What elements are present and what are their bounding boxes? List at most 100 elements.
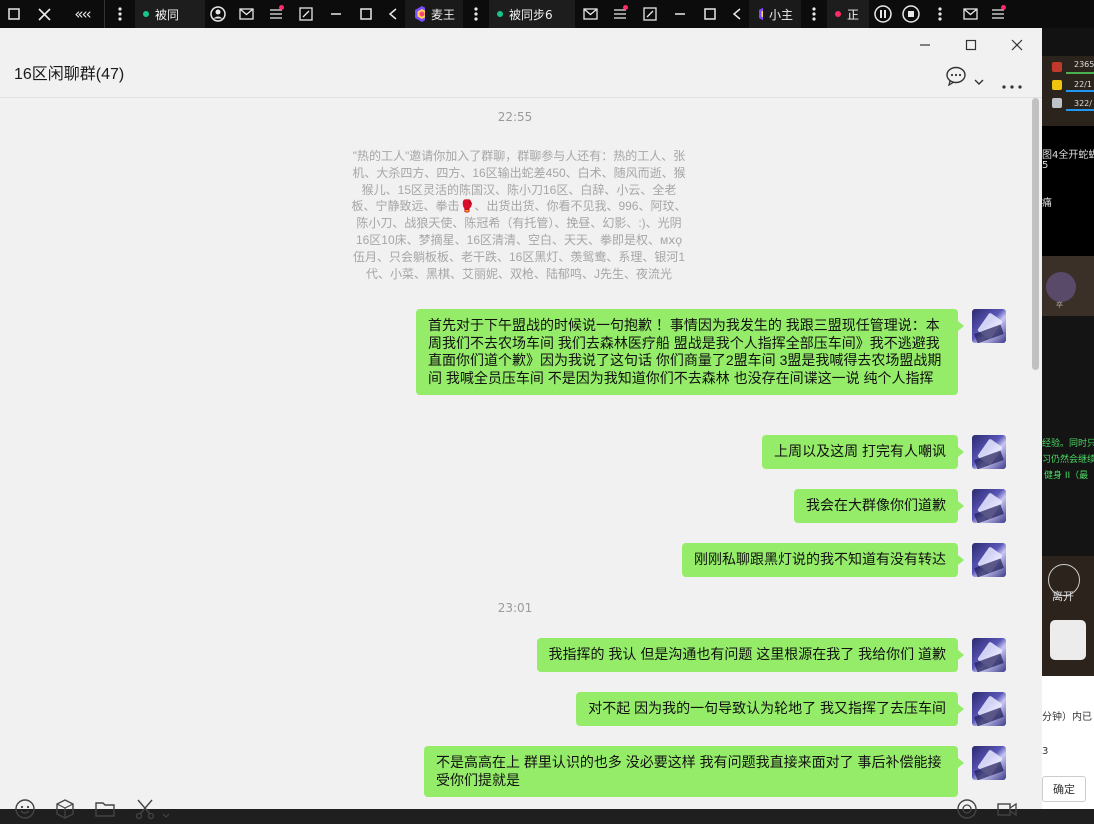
avatar[interactable] (972, 435, 1006, 469)
user-icon[interactable] (205, 0, 231, 28)
list-item: 首先对于下午盟战的时候说一句抱歉 ！事情因为我发生的 我跟三盟现任管理说：本周我… (416, 309, 1006, 395)
menu-icon[interactable] (261, 0, 291, 28)
voice-call-icon[interactable] (956, 798, 978, 824)
info-text: 痛 (1042, 198, 1052, 209)
avatar[interactable] (972, 638, 1006, 672)
minimize-icon[interactable] (321, 0, 351, 28)
mail-icon[interactable] (575, 0, 605, 28)
log-panel: 经验。同时只 习仍然会继续 健身 II（最 (1042, 316, 1094, 556)
taskbar-tab-4[interactable]: 小主 (749, 0, 801, 28)
taskbar-tab-1[interactable]: 被同 (135, 0, 205, 28)
taskbar: «‹‹ 被同 麦王 被同步6 小主 正 (0, 0, 1094, 28)
video-call-icon[interactable] (996, 798, 1018, 824)
mail-icon[interactable] (231, 0, 261, 28)
list-item: 我指挥的 我认 但是沟通也有问题 这里根源在我了 我给你们 道歉 (536, 638, 1006, 672)
message-bubble[interactable]: 不是高高在上 群里认识的也多 没必要这样 我有问题我直接来面对了 事后补偿能接受… (424, 746, 964, 797)
message-bubble[interactable]: 对不起 因为我的一句导致认为轮地了 我又指挥了去压车间 (576, 692, 964, 726)
stat-value: 22/1 (1074, 80, 1092, 89)
taskbar-tab-2[interactable]: 麦王 (405, 0, 463, 28)
message-bubble[interactable]: 刚刚私聊跟黑灯说的我不知道有没有转达 (682, 543, 964, 577)
info-box: 图4全开蛇蝴蝶 5 痛 (1042, 126, 1094, 256)
list-item: 上周以及这周 打完有人嘲讽 (762, 435, 1006, 469)
more-horizontal-icon[interactable] (1002, 74, 1022, 93)
chat-header: 16区闲聊群(47) (0, 28, 1042, 98)
status-dot (143, 11, 149, 17)
minimize-icon[interactable] (665, 0, 695, 28)
dialog-text: 3 (1042, 746, 1049, 757)
avatar[interactable] (972, 309, 1006, 343)
chevron-left-icon[interactable] (725, 0, 749, 28)
list-item: 不是高高在上 群里认识的也多 没必要这样 我有问题我直接来面对了 事后补偿能接受… (424, 746, 1006, 797)
portrait-image (1046, 272, 1076, 302)
calculator-icon[interactable] (1050, 620, 1086, 660)
chat-bubble-icon[interactable] (946, 66, 968, 90)
scissors-icon[interactable] (134, 798, 156, 824)
app-logo-icon (415, 6, 425, 22)
collapse-tabs-button[interactable]: «‹‹ (60, 0, 104, 28)
taskbar-tab-5[interactable]: 正 (827, 0, 869, 28)
message-list[interactable]: 22:55 "热的工人"邀请你加入了群聊，群聊参与人还有：热的工人、张机、大杀四… (0, 98, 1030, 809)
input-toolbar (0, 792, 1042, 820)
mail-icon[interactable] (955, 0, 985, 28)
tab-label: 小主 (768, 7, 793, 22)
pause-icon[interactable] (869, 0, 897, 28)
chevron-left-icon[interactable] (381, 0, 405, 28)
stop-icon[interactable] (897, 0, 925, 28)
log-line: 经验。同时只 (1042, 439, 1094, 449)
chevron-down-icon[interactable] (974, 72, 984, 91)
log-line: 习仍然会继续 (1042, 455, 1094, 465)
screenshot-icon[interactable] (635, 0, 665, 28)
avatar[interactable] (972, 489, 1006, 523)
tab-label: 麦王 (430, 7, 455, 22)
screenshot-icon[interactable] (291, 0, 321, 28)
avatar[interactable] (972, 543, 1006, 577)
more-vertical-icon[interactable] (105, 0, 135, 28)
close-icon[interactable] (1008, 36, 1026, 54)
chat-title: 16区闲聊群(47) (14, 66, 125, 83)
leave-label[interactable]: 离开 (1052, 588, 1074, 604)
minimize-icon[interactable] (916, 36, 934, 54)
close-icon[interactable] (28, 0, 60, 28)
scrollbar[interactable] (1030, 98, 1042, 809)
more-vertical-icon[interactable] (801, 0, 827, 28)
chevron-down-icon[interactable] (162, 804, 170, 823)
menu-icon[interactable] (985, 0, 1011, 28)
folder-icon[interactable] (94, 798, 116, 824)
log-line: 健身 II（最 (1044, 471, 1089, 481)
avatar[interactable] (972, 746, 1006, 780)
message-bubble[interactable]: 我指挥的 我认 但是沟通也有问题 这里根源在我了 我给你们 道歉 (536, 638, 965, 672)
stat-bar (1066, 72, 1094, 74)
stat-value: 322/ (1074, 99, 1092, 108)
status-dot (497, 11, 503, 17)
info-text: 5 (1042, 160, 1049, 171)
avatar[interactable] (972, 692, 1006, 726)
favorites-icon[interactable] (54, 798, 76, 824)
mood-icon (1052, 98, 1062, 108)
stat-bar (1066, 109, 1094, 111)
emoji-icon[interactable] (14, 798, 36, 824)
more-vertical-icon[interactable] (463, 0, 489, 28)
maximize-icon[interactable] (695, 0, 725, 28)
list-item: 对不起 因为我的一句导致认为轮地了 我又指挥了去压车间 (576, 692, 1006, 726)
scrollbar-thumb[interactable] (1032, 98, 1039, 370)
chat-window: 16区闲聊群(47) 22:55 "热的工人"邀请你加入了群聊，群聊参与人还有：… (0, 28, 1042, 820)
tab-label: 被同步6 (509, 7, 553, 22)
action-panel: 离开 (1042, 556, 1094, 676)
menu-icon[interactable] (605, 0, 635, 28)
portrait-label: 卒 (1056, 301, 1063, 309)
message-timestamp: 23:01 (497, 601, 533, 615)
message-bubble[interactable]: 上周以及这周 打完有人嘲讽 (762, 435, 964, 469)
taskbar-tab-3[interactable]: 被同步6 (489, 0, 575, 28)
message-bubble[interactable]: 我会在大群像你们道歉 (794, 489, 964, 523)
stats-panel: 2365 22/1 322/ (1042, 56, 1094, 126)
status-dot (835, 11, 841, 17)
confirm-button[interactable]: 确定 (1042, 776, 1086, 802)
maximize-icon[interactable] (351, 0, 381, 28)
maximize-icon[interactable] (962, 36, 980, 54)
restore-icon[interactable] (0, 0, 28, 28)
more-vertical-icon[interactable] (925, 0, 955, 28)
heart-icon (1052, 62, 1062, 72)
list-item: 刚刚私聊跟黑灯说的我不知道有没有转达 (682, 543, 1006, 577)
message-bubble[interactable]: 首先对于下午盟战的时候说一句抱歉 ！事情因为我发生的 我跟三盟现任管理说：本周我… (416, 309, 964, 395)
notification-dot (623, 5, 628, 10)
